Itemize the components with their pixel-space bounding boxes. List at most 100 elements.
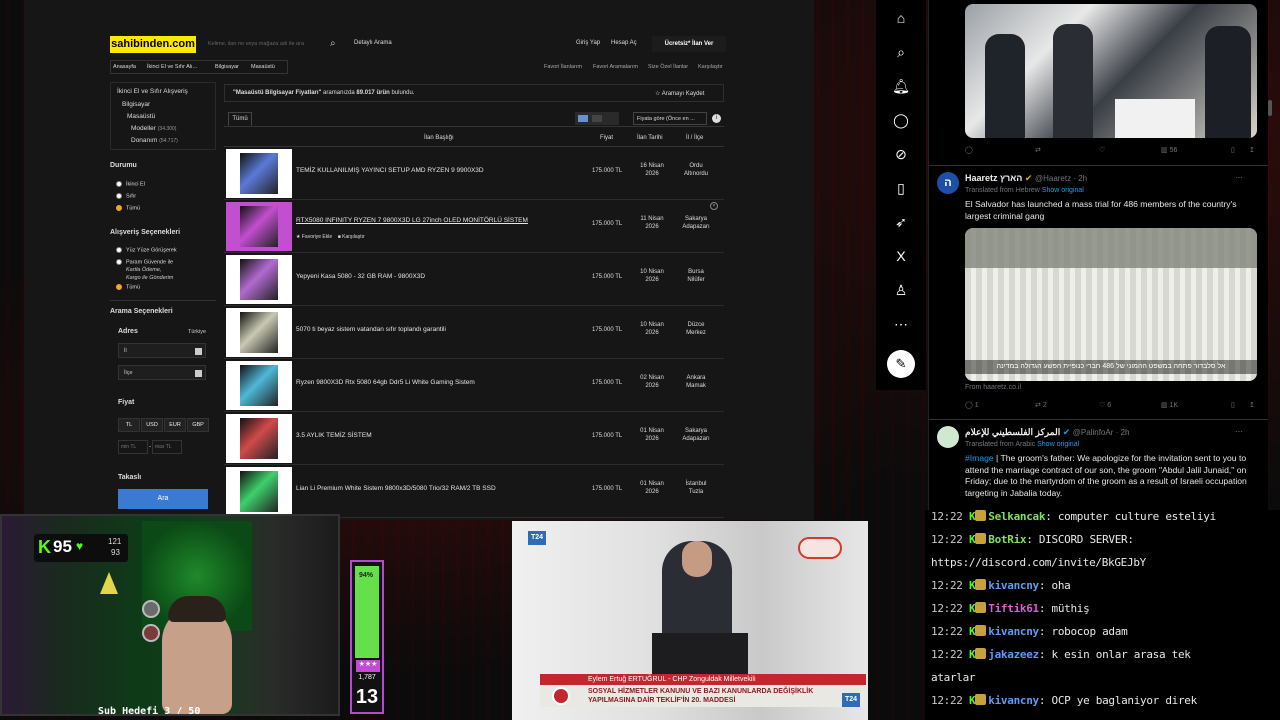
login-link[interactable]: Giriş Yap	[576, 40, 600, 46]
table-row[interactable]: 3.5 AYLIK TEMİZ SİSTEM 175.000 TL 01 Nisan…	[224, 412, 724, 465]
listing-title[interactable]: TEMİZ KULLANILMIŞ YAYINCI SETUP AMD RYZE…	[296, 167, 484, 174]
table-row[interactable]: TEMİZ KULLANILMIŞ YAYINCI SETUP AMD RYZE…	[224, 147, 724, 200]
il-select[interactable]: İl	[118, 343, 206, 358]
share-icon[interactable]: ↥	[1249, 146, 1255, 154]
listing-thumbnail[interactable]	[226, 255, 292, 304]
chat-username[interactable]: kivancny	[988, 579, 1039, 592]
list-view-icon[interactable]	[578, 115, 588, 122]
share-icon[interactable]: ↥	[1249, 401, 1255, 409]
currency-gbp[interactable]: GBP	[187, 418, 209, 432]
chat-username[interactable]: Tiftik61	[988, 602, 1039, 615]
col-location[interactable]: İl / İlçe	[686, 135, 703, 141]
profile-icon[interactable]: ♙	[891, 280, 911, 300]
min-price-input[interactable]: min TL	[118, 440, 148, 454]
chat-username[interactable]: Selkancak	[988, 510, 1045, 523]
more-icon[interactable]: ⋯	[891, 314, 911, 334]
table-row[interactable]: Lian Li Premium White Sistem 9800x3D/508…	[224, 465, 724, 518]
home-icon[interactable]: ⌂	[891, 8, 911, 28]
shopping-option[interactable]: Yüz Yüze Görüşerek	[116, 247, 177, 253]
listing-title[interactable]: Yepyeni Kasa 5080 - 32 GB RAM - 9800X3D	[296, 273, 425, 280]
post-ad-button[interactable]: Ücretsiz* İlan Ver	[652, 36, 726, 52]
views-icon[interactable]: ▥ 56	[1161, 146, 1177, 154]
listing-title[interactable]: Ryzen 9800X3D Rtx 5080 64gb Ddr5 Li Whit…	[296, 379, 475, 386]
grok-icon[interactable]: ⊘	[891, 144, 911, 164]
compose-post-button[interactable]: ✎	[887, 350, 915, 378]
col-price[interactable]: Fiyat	[600, 135, 613, 141]
avatar[interactable]: ה	[937, 172, 959, 194]
listing-thumbnail[interactable]	[226, 414, 292, 463]
rocket-icon[interactable]: ➶	[891, 212, 911, 232]
scrollbar[interactable]	[1268, 100, 1272, 116]
chat-username[interactable]: BotRix	[988, 533, 1026, 546]
category-item[interactable]: Donanım (54.717)	[131, 137, 178, 144]
shopping-option[interactable]: Tümü	[116, 284, 140, 290]
listing-thumbnail[interactable]	[226, 361, 292, 410]
more-options-icon[interactable]: ⋯	[1235, 427, 1243, 436]
repost-icon[interactable]: ⇄	[1035, 146, 1041, 154]
view-toggle[interactable]	[575, 112, 619, 125]
bookmark-icon[interactable]: ▯	[1231, 146, 1235, 154]
post-author[interactable]: المركز الفلسطيني للإعلام ✔ @PalinfoAr · …	[965, 427, 1129, 438]
listing-title[interactable]: RTX5080 INFINITY RYZEN 7 9800X3D LG 27in…	[296, 217, 528, 224]
tab-all[interactable]: Tümü	[228, 112, 252, 126]
bookmark-icon[interactable]: ▯	[1231, 401, 1235, 409]
search-icon[interactable]: ⌕	[330, 38, 336, 49]
post-image[interactable]	[965, 4, 1257, 138]
site-logo[interactable]: sahibinden.com	[110, 36, 196, 53]
breadcrumb-item[interactable]: Anasayfa	[113, 64, 136, 70]
max-price-input[interactable]: max TL	[152, 440, 182, 454]
compare-link[interactable]: Karşılaştır	[698, 64, 723, 70]
sort-select[interactable]: Fiyata göre (Önce en ...	[633, 112, 707, 125]
avatar[interactable]	[937, 426, 959, 448]
favorite-add-link[interactable]: ★ Favoriye Ekle	[296, 234, 332, 240]
ilce-select[interactable]: İlçe	[118, 365, 206, 380]
favorite-listings-link[interactable]: Favori İlanlarım	[544, 64, 582, 70]
x-logo-icon[interactable]: X	[891, 246, 911, 266]
listing-thumbnail[interactable]	[226, 202, 292, 251]
reply-icon[interactable]: ◯ 1	[965, 401, 979, 409]
detailed-search-link[interactable]: Detaylı Arama	[354, 40, 392, 46]
col-date[interactable]: İlan Tarihi	[637, 135, 663, 141]
category-item[interactable]: İkinci El ve Sıfır Alışveriş	[117, 88, 188, 95]
condition-option[interactable]: İkinci El	[116, 181, 145, 187]
special-listings-link[interactable]: Size Özel İlanlar	[648, 64, 688, 70]
breadcrumb-item[interactable]: Masaüstü	[251, 64, 275, 70]
breadcrumb-item[interactable]: İkinci El ve Sıfır Alı...	[147, 64, 197, 70]
listing-title[interactable]: Lian Li Premium White Sistem 9800x3D/508…	[296, 485, 496, 492]
currency-tl[interactable]: TL	[118, 418, 140, 432]
info-icon[interactable]: i	[712, 114, 721, 123]
register-link[interactable]: Hesap Aç	[611, 40, 637, 46]
chat-username[interactable]: jakazeez	[988, 648, 1039, 661]
post-author[interactable]: Haaretz הארץ ✔ @Haaretz · 2h	[965, 173, 1087, 184]
source-link[interactable]: From haaretz.co.il	[965, 384, 1021, 391]
compare-checkbox[interactable]: ■ Karşılaştır	[338, 234, 365, 240]
listing-thumbnail[interactable]	[226, 149, 292, 198]
chat-icon[interactable]: ◯	[891, 110, 911, 130]
grid-view-icon[interactable]	[592, 115, 602, 122]
listing-thumbnail[interactable]	[226, 308, 292, 357]
breadcrumb-item[interactable]: Bilgisayar	[215, 64, 239, 70]
like-icon[interactable]: ♡ 6	[1099, 401, 1111, 409]
table-row[interactable]: Ryzen 9800X3D Rtx 5080 64gb Ddr5 Li Whit…	[224, 359, 724, 412]
category-item[interactable]: Modeller (34.300)	[131, 125, 176, 132]
listing-title[interactable]: 5070 ti beyaz sistem vatandan sıfır topl…	[296, 326, 446, 333]
condition-option[interactable]: Sıfır	[116, 193, 136, 199]
search-button[interactable]: Ara	[118, 489, 208, 509]
shopping-option[interactable]: Param Güvende ile	[116, 259, 173, 265]
like-icon[interactable]: ♡	[1099, 146, 1105, 154]
bookmark-icon[interactable]: ▯	[891, 178, 911, 198]
favorite-searches-link[interactable]: Favori Aramalarım	[593, 64, 638, 70]
notifications-icon[interactable]: 🔔︎	[891, 76, 911, 96]
category-item[interactable]: Masaüstü	[127, 113, 155, 120]
reply-icon[interactable]: ◯	[965, 146, 973, 154]
save-search-button[interactable]: ☆ Aramayı Kaydet	[655, 90, 704, 97]
more-options-icon[interactable]: ⋯	[1235, 173, 1243, 182]
repost-icon[interactable]: ⇄ 2	[1035, 401, 1047, 409]
views-icon[interactable]: ▥ 1K	[1161, 401, 1178, 409]
listing-thumbnail[interactable]	[226, 467, 292, 516]
table-row[interactable]: Yepyeni Kasa 5080 - 32 GB RAM - 9800X3D 1…	[224, 253, 724, 306]
currency-eur[interactable]: EUR	[164, 418, 186, 432]
search-icon[interactable]: ⌕	[891, 42, 911, 62]
currency-usd[interactable]: USD	[141, 418, 163, 432]
col-title[interactable]: İlan Başlığı	[424, 135, 454, 141]
